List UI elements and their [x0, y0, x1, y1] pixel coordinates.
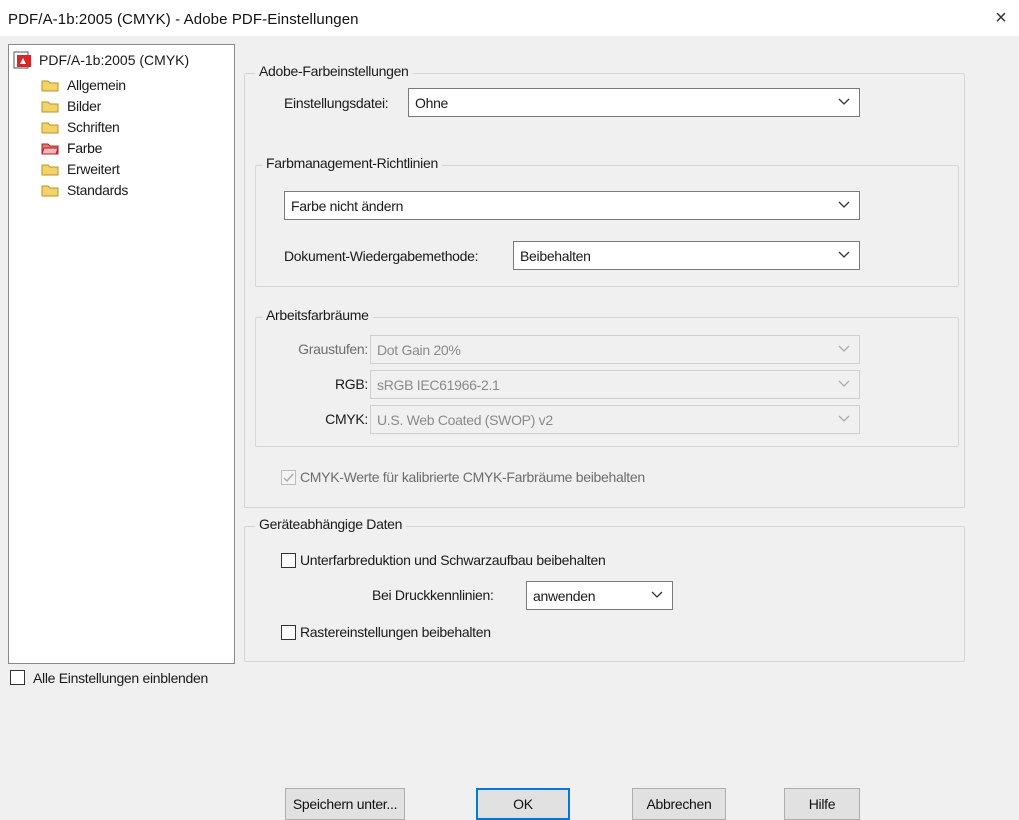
- adobe-color-group-label: Adobe-Farbeinstellungen: [255, 63, 413, 79]
- ucr-checkbox[interactable]: [281, 553, 296, 568]
- cmyk-label: CMYK:: [325, 411, 368, 427]
- close-icon[interactable]: ×: [987, 4, 1015, 32]
- tree-item-label: Standards: [67, 182, 129, 198]
- settings-tree: PDF/A-1b:2005 (CMYK) Allgemein Bilder Sc…: [8, 44, 235, 664]
- tree-item-erweitert[interactable]: Erweitert: [41, 159, 120, 179]
- chevron-down-icon: [838, 251, 850, 258]
- grayscale-label: Graustufen:: [298, 341, 368, 357]
- policy-value: Farbe nicht ändern: [291, 198, 404, 214]
- tree-item-bilder[interactable]: Bilder: [41, 96, 101, 116]
- cancel-button[interactable]: Abbrechen: [632, 788, 726, 820]
- preserve-cmyk-checkbox: [281, 470, 296, 485]
- settings-file-label: Einstellungsdatei:: [284, 95, 389, 111]
- chevron-down-icon: [838, 345, 850, 352]
- working-spaces-group-label: Arbeitsfarbräume: [262, 307, 373, 323]
- settings-file-select[interactable]: Ohne: [408, 88, 860, 117]
- transfer-function-select[interactable]: anwenden: [526, 581, 673, 610]
- halftone-label: Rastereinstellungen beibehalten: [300, 624, 491, 640]
- folder-open-red-icon: [41, 143, 59, 155]
- policies-group-label: Farbmanagement-Richtlinien: [262, 155, 442, 171]
- folder-icon: [41, 101, 59, 113]
- halftone-checkbox[interactable]: [281, 625, 296, 640]
- show-all-label: Alle Einstellungen einblenden: [33, 670, 208, 686]
- rendering-intent-value: Beibehalten: [520, 248, 591, 264]
- folder-icon: [41, 164, 59, 176]
- tree-item-standards[interactable]: Standards: [41, 180, 128, 200]
- rgb-value: sRGB IEC61966-2.1: [377, 377, 500, 393]
- chevron-down-icon: [838, 98, 850, 105]
- tree-item-label: Schriften: [67, 119, 120, 135]
- transfer-function-label: Bei Druckkennlinien:: [372, 587, 494, 603]
- grayscale-select: Dot Gain 20%: [370, 335, 860, 364]
- cmyk-select: U.S. Web Coated (SWOP) v2: [370, 405, 860, 434]
- device-data-group-label: Geräteabhängige Daten: [255, 516, 407, 532]
- tree-root[interactable]: PDF/A-1b:2005 (CMYK): [13, 51, 189, 69]
- tree-item-schriften[interactable]: Schriften: [41, 117, 120, 137]
- checkmark-icon: [283, 473, 294, 483]
- ok-button[interactable]: OK: [476, 788, 570, 820]
- tree-item-label: Farbe: [67, 140, 103, 156]
- chevron-down-icon: [838, 380, 850, 387]
- tree-item-farbe[interactable]: Farbe: [41, 138, 102, 158]
- tree-item-label: Bilder: [67, 98, 101, 114]
- grayscale-value: Dot Gain 20%: [377, 342, 461, 358]
- settings-file-value: Ohne: [415, 95, 449, 111]
- pdf-document-icon: [13, 51, 31, 69]
- ucr-label: Unterfarbreduktion und Schwarzaufbau bei…: [300, 552, 606, 568]
- tree-item-allgemein[interactable]: Allgemein: [41, 75, 126, 95]
- tree-item-label: Allgemein: [67, 77, 126, 93]
- help-button[interactable]: Hilfe: [784, 788, 860, 820]
- cmyk-value: U.S. Web Coated (SWOP) v2: [377, 412, 553, 428]
- chevron-down-icon: [651, 591, 663, 598]
- show-all-checkbox[interactable]: [10, 670, 25, 685]
- save-as-button[interactable]: Speichern unter...: [285, 788, 405, 820]
- tree-item-label: Erweitert: [67, 161, 120, 177]
- rendering-intent-select[interactable]: Beibehalten: [513, 241, 860, 270]
- folder-icon: [41, 185, 59, 197]
- rgb-select: sRGB IEC61966-2.1: [370, 370, 860, 399]
- rendering-intent-label: Dokument-Wiedergabemethode:: [284, 248, 479, 264]
- tree-root-label: PDF/A-1b:2005 (CMYK): [39, 52, 190, 68]
- transfer-function-value: anwenden: [533, 588, 596, 604]
- window-title: PDF/A-1b:2005 (CMYK) - Adobe PDF-Einstel…: [8, 11, 359, 28]
- chevron-down-icon: [838, 201, 850, 208]
- title-bar: PDF/A-1b:2005 (CMYK) - Adobe PDF-Einstel…: [0, 0, 1019, 36]
- chevron-down-icon: [838, 415, 850, 422]
- folder-icon: [41, 122, 59, 134]
- preserve-cmyk-label: CMYK-Werte für kalibrierte CMYK-Farbräum…: [300, 469, 645, 485]
- folder-icon: [41, 80, 59, 92]
- rgb-label: RGB:: [334, 376, 368, 392]
- policy-select[interactable]: Farbe nicht ändern: [284, 191, 860, 220]
